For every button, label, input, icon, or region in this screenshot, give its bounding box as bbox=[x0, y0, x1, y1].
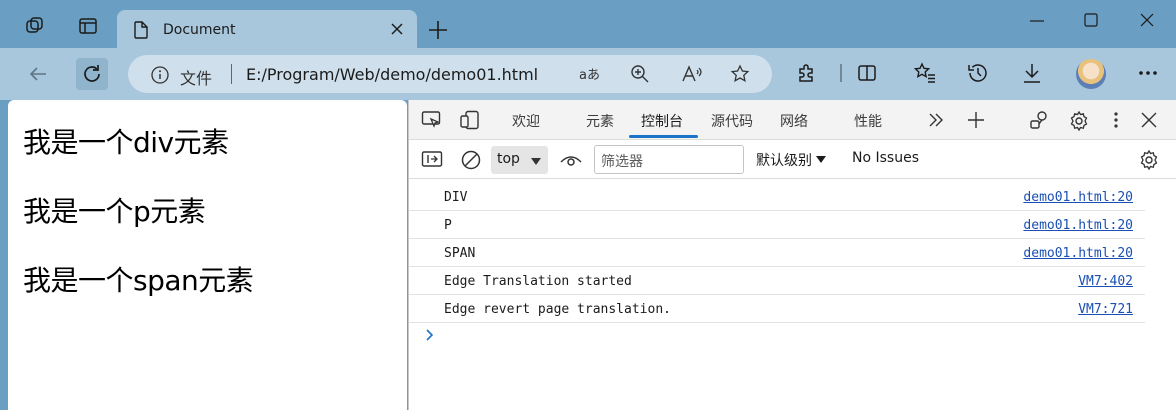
back-button[interactable] bbox=[22, 58, 54, 90]
translate-icon[interactable]: aあ bbox=[578, 64, 600, 84]
refresh-icon bbox=[84, 65, 100, 82]
console-settings-gear-icon[interactable] bbox=[1138, 149, 1158, 171]
window-close-icon[interactable] bbox=[1139, 12, 1157, 30]
maximize-icon[interactable] bbox=[1083, 12, 1101, 30]
active-tab-indicator bbox=[629, 135, 698, 138]
tab-elements[interactable]: 元素 bbox=[586, 111, 614, 131]
address-bar[interactable]: 文件 E:/Program/Web/demo/demo01.html aあ bbox=[128, 55, 772, 93]
devtools-panel: 欢迎 元素 控制台 源代码 网络 性能 top 筛选器 默认级别 No Issu… bbox=[408, 100, 1176, 410]
console-prompt-chevron-icon[interactable] bbox=[424, 328, 436, 342]
show-sidebar-icon[interactable] bbox=[421, 149, 443, 169]
more-tabs-icon[interactable] bbox=[926, 110, 946, 130]
profile-avatar[interactable] bbox=[1076, 59, 1106, 89]
console-output: DIV demo01.html:20 P demo01.html:20 SPAN… bbox=[409, 180, 1176, 410]
source-link[interactable]: VM7:721 bbox=[1078, 302, 1133, 317]
navigation-bar: 文件 E:/Program/Web/demo/demo01.html aあ bbox=[0, 48, 1176, 100]
scheme-label: 文件 bbox=[180, 69, 213, 88]
zoom-icon[interactable] bbox=[630, 64, 650, 84]
extensions-icon[interactable] bbox=[796, 62, 818, 84]
message-text: Edge Translation started bbox=[444, 274, 632, 289]
console-message: DIV demo01.html:20 bbox=[409, 183, 1145, 211]
page-viewport: 我是一个div元素 我是一个p元素 我是一个span元素 bbox=[8, 100, 407, 410]
history-icon[interactable] bbox=[966, 62, 988, 84]
console-toolbar: top 筛选器 默认级别 No Issues bbox=[409, 141, 1176, 179]
document-icon bbox=[133, 21, 149, 39]
tab-network[interactable]: 网络 bbox=[780, 111, 808, 131]
issues-counter[interactable]: No Issues bbox=[852, 150, 919, 166]
connect-device-icon[interactable] bbox=[1029, 110, 1049, 130]
source-link[interactable]: VM7:402 bbox=[1078, 274, 1133, 289]
tab-sources[interactable]: 源代码 bbox=[711, 111, 753, 131]
tab-title: Document bbox=[163, 22, 236, 38]
minimize-icon[interactable] bbox=[1028, 20, 1046, 38]
svg-text:aあ: aあ bbox=[579, 68, 600, 83]
div-element-text: 我是一个div元素 bbox=[23, 126, 229, 159]
tab-welcome[interactable]: 欢迎 bbox=[512, 111, 540, 131]
refresh-button[interactable] bbox=[76, 58, 108, 90]
message-text: DIV bbox=[444, 190, 468, 205]
settings-gear-icon[interactable] bbox=[1068, 110, 1088, 132]
tab-actions-icon[interactable] bbox=[78, 16, 98, 36]
message-text: SPAN bbox=[444, 246, 476, 261]
devtools-tab-bar: 欢迎 元素 控制台 源代码 网络 性能 bbox=[409, 100, 1176, 140]
console-message: Edge Translation started VM7:402 bbox=[409, 267, 1145, 295]
console-message: P demo01.html:20 bbox=[409, 211, 1145, 239]
title-bar: Document bbox=[0, 0, 1176, 50]
source-link[interactable]: demo01.html:20 bbox=[1023, 218, 1133, 233]
context-selector[interactable]: top bbox=[491, 146, 548, 174]
filter-placeholder: 筛选器 bbox=[601, 154, 643, 170]
favorite-star-icon[interactable] bbox=[730, 64, 750, 84]
console-message: SPAN demo01.html:20 bbox=[409, 239, 1145, 267]
devtools-close-icon[interactable] bbox=[1139, 110, 1159, 130]
url-text[interactable]: E:/Program/Web/demo/demo01.html bbox=[246, 65, 538, 84]
dropdown-arrow-icon bbox=[531, 158, 541, 165]
downloads-icon[interactable] bbox=[1021, 62, 1043, 84]
tab-performance[interactable]: 性能 bbox=[854, 111, 882, 131]
source-link[interactable]: demo01.html:20 bbox=[1023, 190, 1133, 205]
log-levels-label: 默认级别 bbox=[756, 153, 812, 169]
read-aloud-icon[interactable] bbox=[681, 64, 702, 84]
browser-tab[interactable]: Document bbox=[117, 10, 417, 50]
context-value: top bbox=[497, 151, 520, 167]
new-tab-icon[interactable] bbox=[428, 20, 448, 40]
span-element-text: 我是一个span元素 bbox=[23, 264, 254, 297]
info-icon[interactable] bbox=[150, 65, 170, 85]
more-options-icon[interactable] bbox=[1137, 62, 1159, 84]
console-message: Edge revert page translation. VM7:721 bbox=[409, 295, 1145, 323]
favorites-icon[interactable] bbox=[913, 62, 935, 84]
add-tool-icon[interactable] bbox=[966, 110, 986, 130]
message-text: Edge revert page translation. bbox=[444, 302, 671, 317]
devtools-more-icon[interactable] bbox=[1106, 110, 1126, 130]
live-expression-eye-icon[interactable] bbox=[559, 150, 582, 170]
workspaces-icon[interactable] bbox=[25, 16, 45, 36]
inspect-element-icon[interactable] bbox=[421, 110, 441, 130]
device-emulation-icon[interactable] bbox=[459, 110, 479, 130]
split-screen-icon[interactable] bbox=[856, 62, 878, 84]
dropdown-arrow-icon bbox=[816, 156, 826, 163]
divider bbox=[231, 64, 232, 84]
back-arrow-icon bbox=[29, 67, 46, 81]
source-link[interactable]: demo01.html:20 bbox=[1023, 246, 1133, 261]
p-element-text: 我是一个p元素 bbox=[23, 195, 206, 228]
filter-input[interactable]: 筛选器 bbox=[594, 145, 744, 174]
log-levels-dropdown[interactable]: 默认级别 bbox=[756, 150, 826, 170]
message-text: P bbox=[444, 218, 452, 233]
tab-console[interactable]: 控制台 bbox=[641, 111, 683, 131]
clear-console-icon[interactable] bbox=[460, 149, 481, 170]
tab-close-icon[interactable] bbox=[389, 21, 405, 37]
